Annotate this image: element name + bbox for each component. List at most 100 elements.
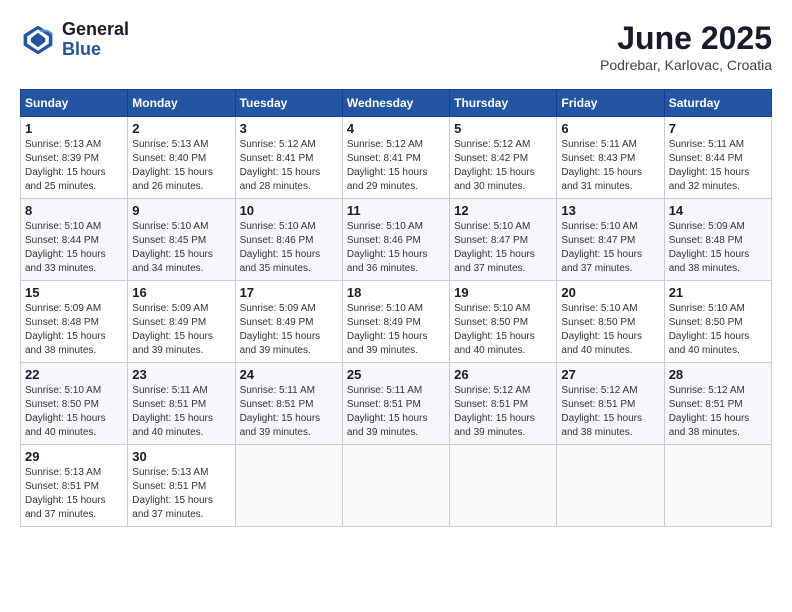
day-number: 27 xyxy=(561,367,659,382)
calendar-cell: 4 Sunrise: 5:12 AM Sunset: 8:41 PM Daylig… xyxy=(342,117,449,199)
calendar-cell: 21 Sunrise: 5:10 AM Sunset: 8:50 PM Dayli… xyxy=(664,281,771,363)
calendar-cell: 3 Sunrise: 5:12 AM Sunset: 8:41 PM Daylig… xyxy=(235,117,342,199)
day-info: Sunrise: 5:11 AM Sunset: 8:44 PM Dayligh… xyxy=(669,138,767,194)
day-info: Sunrise: 5:10 AM Sunset: 8:50 PM Dayligh… xyxy=(561,302,659,358)
day-number: 21 xyxy=(669,285,767,300)
calendar-cell: 26 Sunrise: 5:12 AM Sunset: 8:51 PM Dayli… xyxy=(450,363,557,445)
day-info: Sunrise: 5:12 AM Sunset: 8:51 PM Dayligh… xyxy=(454,384,552,440)
day-info: Sunrise: 5:10 AM Sunset: 8:49 PM Dayligh… xyxy=(347,302,445,358)
day-number: 14 xyxy=(669,203,767,218)
day-number: 17 xyxy=(240,285,338,300)
weekday-header-saturday: Saturday xyxy=(664,90,771,117)
day-number: 22 xyxy=(25,367,123,382)
day-number: 11 xyxy=(347,203,445,218)
logo-icon xyxy=(20,22,56,58)
title-block: June 2025 Podrebar, Karlovac, Croatia xyxy=(600,20,772,73)
day-number: 30 xyxy=(132,449,230,464)
day-info: Sunrise: 5:10 AM Sunset: 8:44 PM Dayligh… xyxy=(25,220,123,276)
day-number: 28 xyxy=(669,367,767,382)
calendar-cell: 7Sunrise: 5:11 AM Sunset: 8:44 PM Daylig… xyxy=(664,117,771,199)
day-number: 24 xyxy=(240,367,338,382)
day-info: Sunrise: 5:12 AM Sunset: 8:41 PM Dayligh… xyxy=(240,138,338,194)
calendar-cell: 30 Sunrise: 5:13 AM Sunset: 8:51 PM Dayli… xyxy=(128,445,235,527)
weekday-header-sunday: Sunday xyxy=(21,90,128,117)
day-info: Sunrise: 5:09 AM Sunset: 8:48 PM Dayligh… xyxy=(669,220,767,276)
calendar-week-1: 1 Sunrise: 5:13 AM Sunset: 8:39 PM Daylig… xyxy=(21,117,772,199)
calendar-title: June 2025 xyxy=(600,20,772,57)
day-info: Sunrise: 5:11 AM Sunset: 8:43 PM Dayligh… xyxy=(561,138,659,194)
day-number: 12 xyxy=(454,203,552,218)
calendar-cell: 12 Sunrise: 5:10 AM Sunset: 8:47 PM Dayli… xyxy=(450,199,557,281)
calendar-table: SundayMondayTuesdayWednesdayThursdayFrid… xyxy=(20,89,772,527)
weekday-header-wednesday: Wednesday xyxy=(342,90,449,117)
calendar-week-2: 8Sunrise: 5:10 AM Sunset: 8:44 PM Daylig… xyxy=(21,199,772,281)
day-number: 15 xyxy=(25,285,123,300)
day-info: Sunrise: 5:09 AM Sunset: 8:49 PM Dayligh… xyxy=(132,302,230,358)
calendar-cell: 25 Sunrise: 5:11 AM Sunset: 8:51 PM Dayli… xyxy=(342,363,449,445)
day-info: Sunrise: 5:10 AM Sunset: 8:47 PM Dayligh… xyxy=(454,220,552,276)
day-info: Sunrise: 5:10 AM Sunset: 8:47 PM Dayligh… xyxy=(561,220,659,276)
day-number: 26 xyxy=(454,367,552,382)
day-number: 1 xyxy=(25,121,123,136)
calendar-cell: 5 Sunrise: 5:12 AM Sunset: 8:42 PM Daylig… xyxy=(450,117,557,199)
day-number: 9 xyxy=(132,203,230,218)
calendar-cell: 1 Sunrise: 5:13 AM Sunset: 8:39 PM Daylig… xyxy=(21,117,128,199)
calendar-cell: 2Sunrise: 5:13 AM Sunset: 8:40 PM Daylig… xyxy=(128,117,235,199)
calendar-week-3: 15 Sunrise: 5:09 AM Sunset: 8:48 PM Dayli… xyxy=(21,281,772,363)
day-info: Sunrise: 5:10 AM Sunset: 8:50 PM Dayligh… xyxy=(669,302,767,358)
calendar-cell: 16 Sunrise: 5:09 AM Sunset: 8:49 PM Dayli… xyxy=(128,281,235,363)
day-info: Sunrise: 5:12 AM Sunset: 8:51 PM Dayligh… xyxy=(561,384,659,440)
page-header: General Blue June 2025 Podrebar, Karlova… xyxy=(20,20,772,73)
calendar-cell: 18 Sunrise: 5:10 AM Sunset: 8:49 PM Dayli… xyxy=(342,281,449,363)
day-info: Sunrise: 5:13 AM Sunset: 8:39 PM Dayligh… xyxy=(25,138,123,194)
calendar-cell: 10Sunrise: 5:10 AM Sunset: 8:46 PM Dayli… xyxy=(235,199,342,281)
day-number: 16 xyxy=(132,285,230,300)
day-info: Sunrise: 5:13 AM Sunset: 8:51 PM Dayligh… xyxy=(25,466,123,522)
day-number: 10 xyxy=(240,203,338,218)
calendar-cell: 13 Sunrise: 5:10 AM Sunset: 8:47 PM Dayli… xyxy=(557,199,664,281)
day-number: 25 xyxy=(347,367,445,382)
weekday-header-tuesday: Tuesday xyxy=(235,90,342,117)
calendar-cell: 20 Sunrise: 5:10 AM Sunset: 8:50 PM Dayli… xyxy=(557,281,664,363)
day-info: Sunrise: 5:13 AM Sunset: 8:51 PM Dayligh… xyxy=(132,466,230,522)
logo-text: General Blue xyxy=(62,20,129,60)
day-info: Sunrise: 5:12 AM Sunset: 8:41 PM Dayligh… xyxy=(347,138,445,194)
weekday-header-row: SundayMondayTuesdayWednesdayThursdayFrid… xyxy=(21,90,772,117)
day-number: 3 xyxy=(240,121,338,136)
day-number: 20 xyxy=(561,285,659,300)
calendar-cell: 6Sunrise: 5:11 AM Sunset: 8:43 PM Daylig… xyxy=(557,117,664,199)
day-info: Sunrise: 5:09 AM Sunset: 8:48 PM Dayligh… xyxy=(25,302,123,358)
day-info: Sunrise: 5:09 AM Sunset: 8:49 PM Dayligh… xyxy=(240,302,338,358)
calendar-cell: 14 Sunrise: 5:09 AM Sunset: 8:48 PM Dayli… xyxy=(664,199,771,281)
calendar-cell: 8Sunrise: 5:10 AM Sunset: 8:44 PM Daylig… xyxy=(21,199,128,281)
calendar-cell: 23Sunrise: 5:11 AM Sunset: 8:51 PM Dayli… xyxy=(128,363,235,445)
calendar-cell: 24 Sunrise: 5:11 AM Sunset: 8:51 PM Dayli… xyxy=(235,363,342,445)
day-info: Sunrise: 5:11 AM Sunset: 8:51 PM Dayligh… xyxy=(132,384,230,440)
logo: General Blue xyxy=(20,20,129,60)
day-info: Sunrise: 5:11 AM Sunset: 8:51 PM Dayligh… xyxy=(240,384,338,440)
calendar-cell xyxy=(235,445,342,527)
weekday-header-thursday: Thursday xyxy=(450,90,557,117)
weekday-header-monday: Monday xyxy=(128,90,235,117)
day-number: 19 xyxy=(454,285,552,300)
day-info: Sunrise: 5:10 AM Sunset: 8:45 PM Dayligh… xyxy=(132,220,230,276)
day-info: Sunrise: 5:11 AM Sunset: 8:51 PM Dayligh… xyxy=(347,384,445,440)
day-info: Sunrise: 5:12 AM Sunset: 8:42 PM Dayligh… xyxy=(454,138,552,194)
calendar-subtitle: Podrebar, Karlovac, Croatia xyxy=(600,57,772,73)
calendar-cell: 19Sunrise: 5:10 AM Sunset: 8:50 PM Dayli… xyxy=(450,281,557,363)
day-info: Sunrise: 5:10 AM Sunset: 8:46 PM Dayligh… xyxy=(347,220,445,276)
day-number: 13 xyxy=(561,203,659,218)
calendar-cell: 27 Sunrise: 5:12 AM Sunset: 8:51 PM Dayli… xyxy=(557,363,664,445)
calendar-cell: 29Sunrise: 5:13 AM Sunset: 8:51 PM Dayli… xyxy=(21,445,128,527)
calendar-cell: 9 Sunrise: 5:10 AM Sunset: 8:45 PM Daylig… xyxy=(128,199,235,281)
day-number: 18 xyxy=(347,285,445,300)
day-info: Sunrise: 5:10 AM Sunset: 8:50 PM Dayligh… xyxy=(25,384,123,440)
calendar-cell: 28 Sunrise: 5:12 AM Sunset: 8:51 PM Dayli… xyxy=(664,363,771,445)
calendar-cell xyxy=(342,445,449,527)
calendar-cell: 22 Sunrise: 5:10 AM Sunset: 8:50 PM Dayli… xyxy=(21,363,128,445)
calendar-cell xyxy=(664,445,771,527)
day-number: 5 xyxy=(454,121,552,136)
day-number: 4 xyxy=(347,121,445,136)
calendar-cell: 17 Sunrise: 5:09 AM Sunset: 8:49 PM Dayli… xyxy=(235,281,342,363)
day-info: Sunrise: 5:12 AM Sunset: 8:51 PM Dayligh… xyxy=(669,384,767,440)
